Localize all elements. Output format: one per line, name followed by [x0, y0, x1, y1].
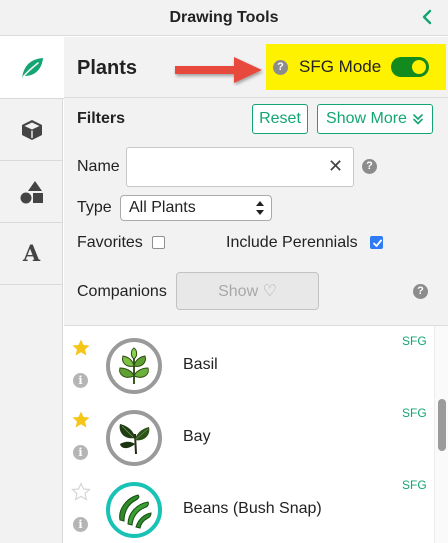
favorites-label: Favorites	[77, 234, 143, 251]
scrollbar-thumb[interactable]	[438, 399, 446, 451]
tool-sidebar: A	[0, 37, 64, 543]
red-arrow-icon	[175, 57, 262, 83]
favorite-star-outline-icon[interactable]	[71, 482, 91, 502]
chevron-left-icon[interactable]	[418, 7, 438, 27]
text-icon: A	[22, 240, 41, 267]
companions-label: Companions	[77, 283, 167, 300]
plant-name[interactable]: Bay	[183, 428, 211, 446]
show-more-button[interactable]: Show More	[317, 104, 433, 134]
checkmark-icon	[373, 239, 382, 247]
clear-icon[interactable]: ✕	[328, 156, 343, 177]
double-chevron-down-icon	[413, 114, 423, 125]
sidebar-tab-structures[interactable]	[0, 99, 63, 161]
info-icon[interactable]: i	[73, 445, 88, 460]
show-companions-button[interactable]: Show ♡	[176, 272, 319, 310]
list-item[interactable]: i Basil SFG	[64, 326, 434, 398]
help-icon[interactable]: ?	[362, 159, 377, 174]
plant-thumbnail[interactable]	[106, 338, 162, 394]
list-item[interactable]: i Bay SFG	[64, 398, 434, 470]
annotation-arrow-icon	[236, 92, 266, 93]
plant-list-scrollbar[interactable]	[434, 326, 448, 543]
shapes-icon	[20, 180, 43, 203]
help-icon[interactable]: ?	[413, 284, 428, 299]
list-item[interactable]: i Beans (Bush Snap) SFG	[64, 470, 434, 542]
basil-icon	[119, 347, 149, 384]
plant-list: i Basil SFG i Bay SFG i Beans (Bush Snap…	[64, 325, 448, 543]
plant-name[interactable]: Basil	[183, 356, 218, 374]
show-more-label: Show More	[326, 110, 407, 127]
name-search-input[interactable]	[126, 147, 354, 187]
type-label: Type	[77, 199, 112, 216]
plant-name[interactable]: Beans (Bush Snap)	[183, 500, 322, 518]
info-icon[interactable]: i	[73, 517, 88, 532]
name-label: Name	[77, 158, 120, 175]
favorites-checkbox[interactable]	[152, 236, 165, 249]
sfg-badge: SFG	[402, 478, 427, 492]
cube-icon	[21, 119, 42, 140]
sfg-badge: SFG	[402, 334, 427, 348]
help-icon[interactable]: ?	[273, 60, 288, 75]
plant-thumbnail[interactable]	[106, 482, 162, 538]
sfg-mode-highlight: ? SFG Mode	[266, 44, 446, 90]
bean-pods-icon	[119, 494, 152, 529]
type-select[interactable]: All Plants	[120, 195, 272, 221]
filters-title: Filters	[77, 110, 126, 127]
toggle-knob	[412, 60, 426, 74]
select-arrows-icon	[256, 201, 264, 215]
favorite-star-icon[interactable]	[71, 410, 91, 430]
reset-button[interactable]: Reset	[252, 104, 308, 134]
leaf-icon	[22, 57, 43, 78]
include-perennials-label: Include Perennials	[226, 234, 358, 251]
sfg-mode-label: SFG Mode	[299, 57, 382, 76]
plant-thumbnail[interactable]	[106, 410, 162, 466]
sfg-badge: SFG	[402, 406, 427, 420]
panel-title: Plants	[77, 57, 138, 79]
favorite-star-icon[interactable]	[71, 338, 91, 358]
type-select-value: All Plants	[129, 199, 196, 216]
sidebar-tab-text[interactable]: A	[0, 223, 63, 285]
bay-leaf-icon	[119, 424, 150, 455]
info-icon[interactable]: i	[73, 373, 88, 388]
sidebar-tab-plants[interactable]	[0, 37, 64, 99]
panel-divider	[64, 97, 448, 98]
include-perennials-checkbox[interactable]	[370, 236, 383, 249]
header-title: Drawing Tools	[169, 8, 279, 26]
sidebar-tab-shapes[interactable]	[0, 161, 63, 223]
sfg-mode-toggle[interactable]	[391, 57, 429, 77]
drawing-tools-header: Drawing Tools	[0, 0, 448, 36]
